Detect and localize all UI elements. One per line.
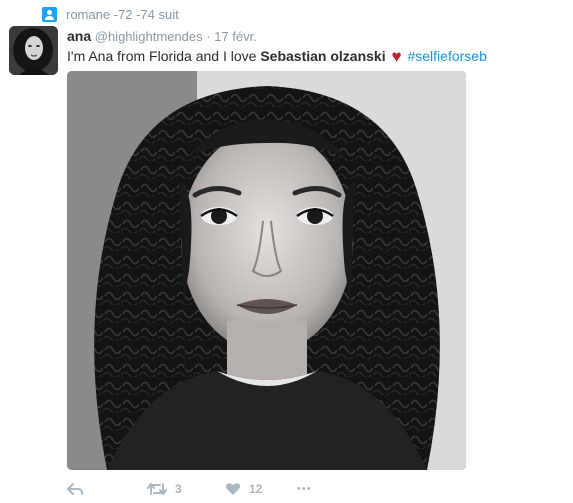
tweet-header: ana @highlightmendes · 17 févr. xyxy=(67,28,257,44)
more-button[interactable]: ••• xyxy=(297,483,312,495)
author-name[interactable]: ana xyxy=(67,28,91,44)
avatar[interactable] xyxy=(9,26,58,75)
heart-emoji-icon: ♥ xyxy=(391,47,402,66)
tweet-photo[interactable] xyxy=(67,71,466,470)
tweet-actions: 3 12 ••• xyxy=(67,482,312,496)
more-icon: ••• xyxy=(297,483,312,495)
reply-button[interactable] xyxy=(67,482,119,496)
like-count: 12 xyxy=(249,482,263,496)
heart-icon xyxy=(226,483,240,495)
retweet-count: 3 xyxy=(175,482,182,496)
author-handle[interactable]: @highlightmendes xyxy=(95,29,203,44)
social-context: romane -72 -74 suit xyxy=(42,4,179,24)
retweet-button[interactable]: 3 xyxy=(147,482,227,496)
tweet-text: I'm Ana from Florida and I love Sebastia… xyxy=(67,46,487,67)
social-context-text: romane -72 -74 suit xyxy=(66,6,179,22)
like-button[interactable]: 12 xyxy=(225,482,301,496)
tweet-text-plain: I'm Ana from Florida and I love xyxy=(67,48,261,64)
retweet-icon xyxy=(147,483,167,495)
user-icon xyxy=(42,6,57,22)
timestamp[interactable]: 17 févr. xyxy=(214,29,257,44)
hashtag-link[interactable]: #selfieforseb xyxy=(407,48,486,64)
tweet-text-bold: Sebastian olzanski xyxy=(260,48,386,64)
reply-icon xyxy=(67,483,83,495)
separator: · xyxy=(206,29,211,44)
